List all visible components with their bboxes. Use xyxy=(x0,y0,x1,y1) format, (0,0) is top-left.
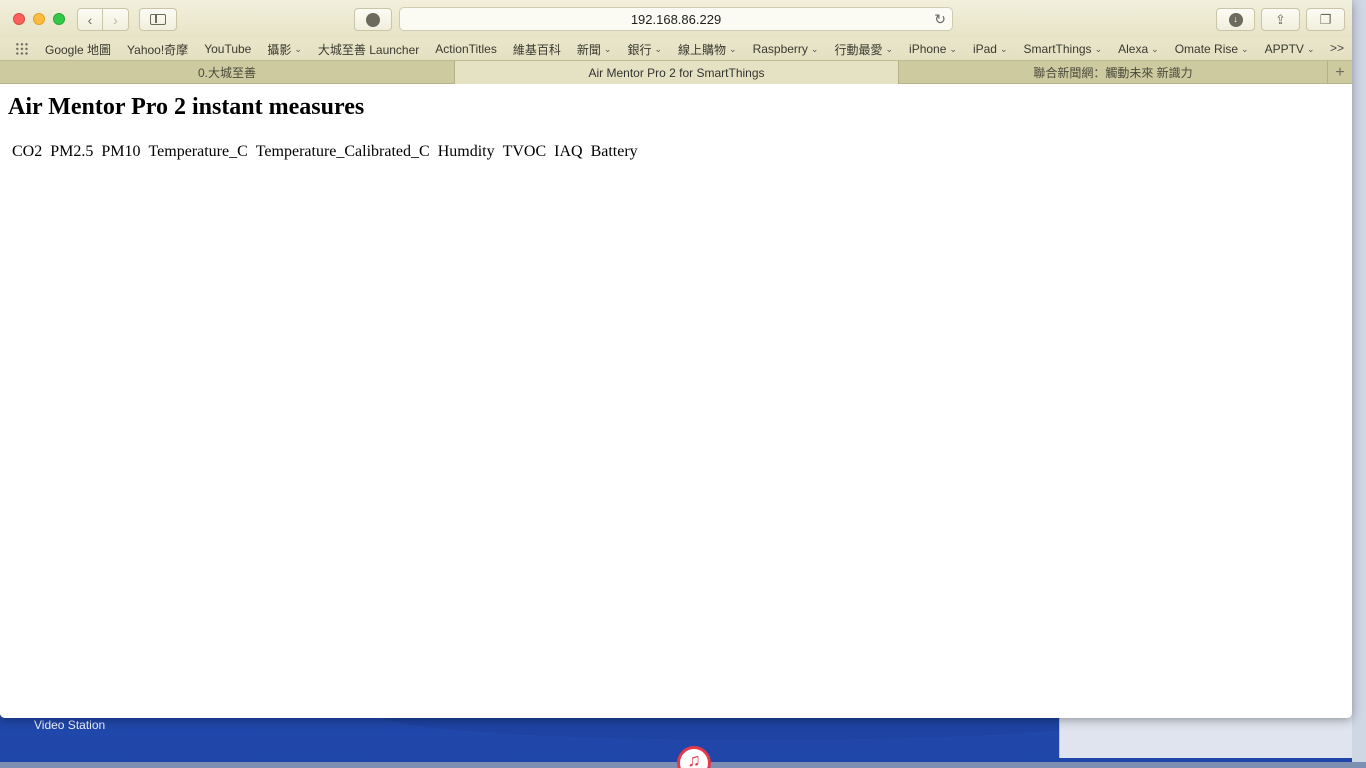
tab-0[interactable]: 0.大城至善 xyxy=(0,61,455,84)
bookmark-item[interactable]: YouTube xyxy=(196,42,259,56)
bookmark-label: 新聞 xyxy=(576,42,601,57)
show-all-tabs-button[interactable]: ❐ xyxy=(1306,8,1345,31)
background-window-edge xyxy=(1352,0,1366,768)
bookmark-label: 攝影 xyxy=(267,42,292,57)
bookmark-label: iPad xyxy=(972,42,997,56)
navigation-buttons: ‹ › xyxy=(77,8,130,31)
bookmark-item[interactable]: 行動最愛 ⌄ xyxy=(826,41,901,58)
chevron-down-icon: ⌄ xyxy=(294,43,302,54)
bookmark-item[interactable]: Alexa ⌄ xyxy=(1110,42,1167,56)
bookmark-item[interactable]: 銀行 ⌄ xyxy=(619,41,670,58)
page-title: Air Mentor Pro 2 instant measures xyxy=(8,94,365,120)
measure-column-header: Temperature_C xyxy=(148,143,248,160)
bookmark-label: APPTV xyxy=(1264,42,1304,56)
bookmark-label: 維基百科 xyxy=(512,42,561,57)
bookmark-label: iPhone xyxy=(909,42,947,56)
address-bar[interactable]: 192.168.86.229 ↻ xyxy=(399,7,953,31)
tab-2[interactable]: 聯合新聞網：觸動未來 新識力 xyxy=(899,61,1328,84)
chevron-left-icon: ‹ xyxy=(87,11,93,28)
chevron-down-icon: ⌄ xyxy=(729,43,737,54)
bookmark-item[interactable]: 大城至善 Launcher xyxy=(310,41,427,58)
bookmark-item[interactable]: 攝影 ⌄ xyxy=(259,41,310,58)
chevron-down-icon: ⌄ xyxy=(1306,43,1315,54)
page-content: Air Mentor Pro 2 instant measures CO2 PM2… xyxy=(0,84,1352,718)
bookmark-item[interactable]: APPTV ⌄ xyxy=(1257,42,1323,56)
bookmark-label: Omate Rise xyxy=(1174,42,1239,56)
forward-button[interactable]: › xyxy=(103,8,129,31)
tab-bar: 0.大城至善 Air Mentor Pro 2 for SmartThings … xyxy=(0,60,1352,84)
bookmark-item[interactable]: ActionTitles xyxy=(427,42,505,56)
apps-grid-icon[interactable] xyxy=(15,42,29,56)
bookmark-label: Raspberry xyxy=(752,42,808,56)
bookmark-label: 大城至善 Launcher xyxy=(317,42,420,57)
minimize-window-button[interactable] xyxy=(33,13,45,25)
measure-column-header: Humdity xyxy=(437,143,495,160)
measure-column-header: PM10 xyxy=(101,143,141,160)
measure-column-header: Temperature_Calibrated_C xyxy=(255,143,430,160)
browser-toolbar: ‹ › 192.168.86.229 ↻ ↓ ⇪ ❐ xyxy=(0,0,1352,38)
tab-title: 聯合新聞網：觸動未來 新識力 xyxy=(1033,66,1193,80)
chevron-down-icon: ⌄ xyxy=(999,43,1008,54)
bookmarks-overflow-button[interactable]: >> xyxy=(1330,41,1344,55)
measures-header-row: CO2 PM2.5 PM10 Temperature_C Temperature_Cal… xyxy=(8,143,642,161)
measure-column-header: TVOC xyxy=(502,143,547,160)
bookmark-label: ActionTitles xyxy=(435,42,497,56)
tab-active[interactable]: Air Mentor Pro 2 for SmartThings xyxy=(455,61,899,84)
chevron-down-icon: ⌄ xyxy=(603,43,612,54)
bookmark-item[interactable]: Yahoo!奇摩 xyxy=(119,41,196,58)
bookmarks-bar: Google 地圖 Yahoo!奇摩 YouTube 攝影 ⌄ 大城至善 Launcher… xyxy=(0,38,1352,60)
extension-icon xyxy=(366,12,380,27)
chevron-right-icon: › xyxy=(113,11,118,28)
bookmark-label: Yahoo!奇摩 xyxy=(127,42,189,57)
bookmark-item[interactable]: 線上購物 ⌄ xyxy=(670,41,745,58)
bookmark-label: Google 地圖 xyxy=(45,42,112,57)
bookmark-item[interactable]: SmartThings ⌄ xyxy=(1016,42,1111,56)
close-window-button[interactable] xyxy=(13,13,25,25)
measure-column-header: IAQ xyxy=(554,143,583,160)
bookmark-item[interactable]: iPhone ⌄ xyxy=(901,42,965,56)
downloads-button[interactable]: ↓ xyxy=(1216,8,1255,31)
chevron-down-icon: ⌄ xyxy=(949,43,957,54)
music-dock-icon[interactable]: ♫ xyxy=(677,746,711,768)
bookmark-label: SmartThings xyxy=(1023,42,1092,56)
bookmark-item[interactable]: iPad ⌄ xyxy=(965,42,1016,56)
new-tab-button[interactable]: + xyxy=(1328,61,1352,84)
sidebar-toggle-button[interactable] xyxy=(139,8,177,31)
chevron-down-icon: ⌄ xyxy=(654,43,662,54)
bookmark-item[interactable]: Omate Rise ⌄ xyxy=(1167,42,1257,56)
url-text: 192.168.86.229 xyxy=(630,11,722,27)
bookmark-label: 銀行 xyxy=(627,42,652,57)
chevron-down-icon: ⌄ xyxy=(1241,43,1249,54)
bookmark-label: Alexa xyxy=(1118,42,1149,56)
browser-window: ‹ › 192.168.86.229 ↻ ↓ ⇪ ❐ Google 地圖 Yaho… xyxy=(0,0,1352,718)
video-station-label[interactable]: Video Station xyxy=(34,718,105,732)
bookmark-list: Google 地圖 Yahoo!奇摩 YouTube 攝影 ⌄ 大城至善 Launcher… xyxy=(37,41,1323,58)
chevron-down-icon: ⌄ xyxy=(885,43,894,54)
bookmark-item[interactable]: 維基百科 xyxy=(505,41,569,58)
back-button[interactable]: ‹ xyxy=(77,8,103,31)
chevron-down-icon: ⌄ xyxy=(810,43,819,54)
download-icon: ↓ xyxy=(1228,12,1243,27)
tab-title: 0.大城至善 xyxy=(197,66,256,80)
measure-column-header: Battery xyxy=(590,143,638,160)
bookmark-item[interactable]: Raspberry ⌄ xyxy=(745,42,827,56)
tab-title: Air Mentor Pro 2 for SmartThings xyxy=(588,65,765,80)
measure-column-header: CO2 xyxy=(12,143,43,160)
chevron-down-icon: ⌄ xyxy=(1151,43,1159,54)
chevron-down-icon: ⌄ xyxy=(1094,43,1103,54)
tabs-overview-icon: ❐ xyxy=(1319,11,1332,27)
share-icon: ⇪ xyxy=(1275,11,1286,27)
bookmark-item[interactable]: 新聞 ⌄ xyxy=(569,41,620,58)
bookmark-item[interactable]: Google 地圖 xyxy=(37,41,119,58)
share-button[interactable]: ⇪ xyxy=(1261,8,1300,31)
extension-button[interactable] xyxy=(354,8,392,31)
reload-icon[interactable]: ↻ xyxy=(934,11,946,28)
bookmark-label: 行動最愛 xyxy=(834,42,883,57)
bookmark-label: 線上購物 xyxy=(678,42,727,57)
zoom-window-button[interactable] xyxy=(53,13,65,25)
sidebar-icon xyxy=(150,14,166,25)
bookmark-label: YouTube xyxy=(204,42,252,56)
measure-column-header: PM2.5 xyxy=(50,143,94,160)
